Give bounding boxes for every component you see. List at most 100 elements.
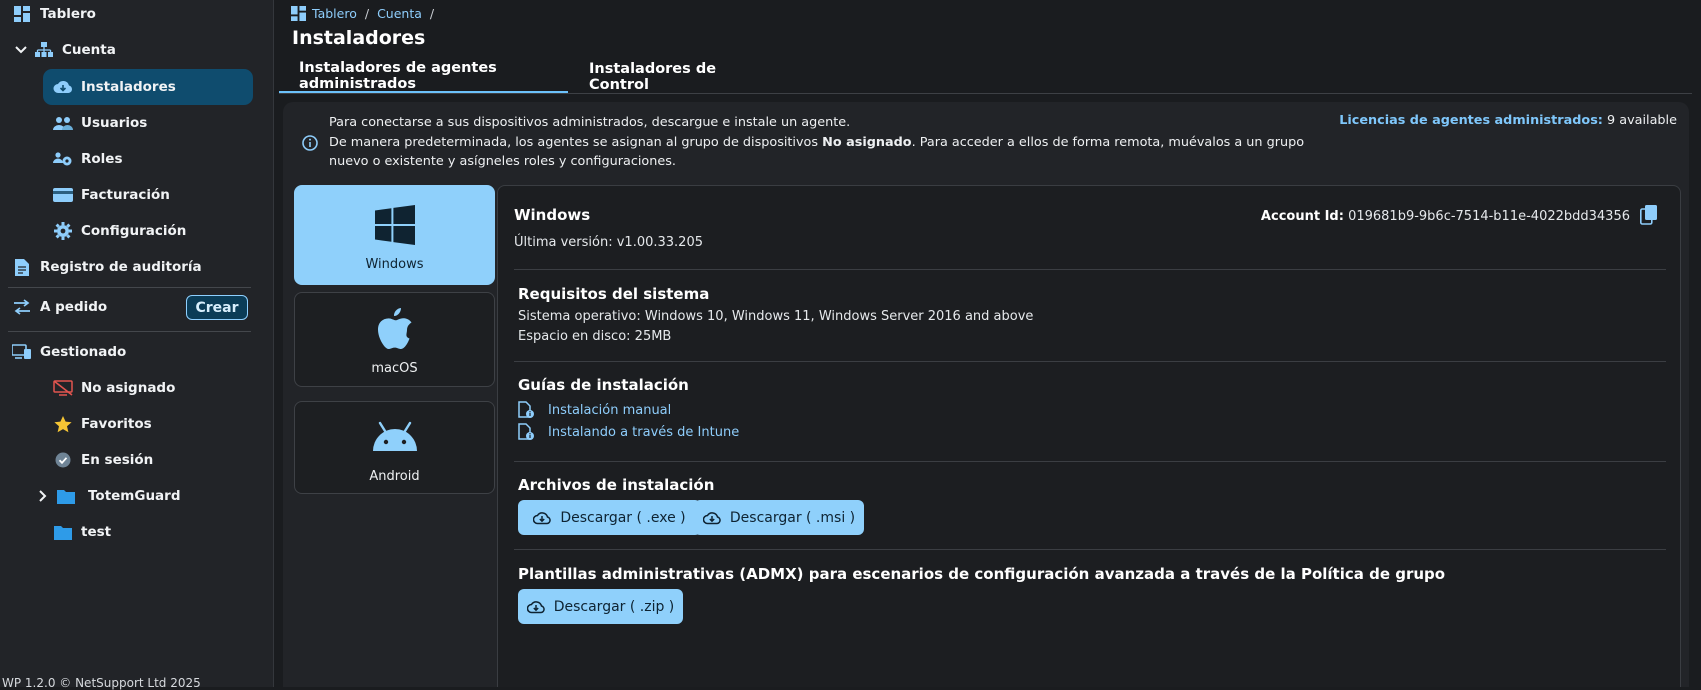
sidebar-item-label: Instaladores	[81, 79, 176, 95]
divider	[8, 287, 251, 288]
page-title: Instaladores	[292, 27, 426, 49]
sidebar-item-tablero[interactable]: Tablero	[12, 0, 96, 32]
sidebar-item-roles[interactable]: Roles	[53, 141, 123, 177]
copy-icon[interactable]	[1640, 205, 1658, 229]
license-value: 9 available	[1607, 113, 1677, 128]
license-info: Licencias de agentes administrados: 9 av…	[1339, 113, 1677, 128]
sidebar-item-label: Tablero	[40, 6, 96, 22]
os-card-label: Android	[369, 469, 420, 484]
sidebar-item-label: test	[81, 524, 112, 540]
swap-arrows-icon	[12, 297, 32, 317]
users-icon	[53, 113, 73, 133]
windows-icon	[374, 199, 415, 251]
license-label: Licencias de agentes administrados:	[1339, 113, 1603, 128]
sidebar-item-label: Usuarios	[81, 115, 148, 131]
crear-button[interactable]: Crear	[186, 295, 248, 320]
latest-version: Última versión: v1.00.33.205	[514, 235, 703, 250]
divider	[514, 461, 1666, 462]
sidebar-item-a-pedido[interactable]: A pedido	[12, 289, 107, 325]
admx-title: Plantillas administrativas (ADMX) para e…	[518, 565, 1446, 583]
devices-icon	[12, 342, 32, 362]
breadcrumb-link-cuenta[interactable]: Cuenta	[377, 6, 422, 21]
guide-link-manual[interactable]: Instalación manual	[518, 401, 671, 419]
info-text-bold: No asignado	[822, 134, 912, 150]
android-icon	[372, 411, 418, 463]
account-id-label: Account Id:	[1260, 209, 1344, 224]
tab-agentes-administrados[interactable]: Instaladores de agentes administrados	[279, 60, 568, 93]
folder-icon	[53, 522, 73, 542]
sidebar-item-totemguard[interactable]: TotemGuard	[36, 478, 181, 514]
breadcrumb-separator: /	[364, 6, 370, 21]
guide-link-label[interactable]: Instalación manual	[548, 403, 671, 418]
sidebar: Tablero Cuenta Instaladores Usuarios Rol…	[0, 0, 274, 690]
user-roles-icon	[53, 149, 73, 169]
sidebar-item-label: Gestionado	[40, 344, 127, 360]
sidebar-item-instaladores[interactable]: Instaladores	[43, 69, 253, 105]
os-title: Windows	[514, 206, 591, 224]
cloud-download-icon	[533, 511, 552, 524]
breadcrumb-link-tablero[interactable]: Tablero	[312, 6, 357, 21]
sidebar-item-label: Registro de auditoría	[40, 259, 202, 275]
sidebar-item-label: Favoritos	[81, 416, 152, 432]
info-icon	[302, 135, 318, 155]
download-zip-label: Descargar ( .zip )	[553, 598, 675, 615]
info-message: Para conectarse a sus dispositivos admin…	[329, 113, 1329, 172]
folder-icon	[56, 486, 76, 506]
os-card-android[interactable]: Android	[294, 401, 495, 494]
sidebar-item-label: En sesión	[81, 452, 154, 468]
chevron-down-icon[interactable]	[14, 46, 28, 54]
divider	[8, 331, 251, 332]
document-icon	[12, 257, 32, 277]
sidebar-item-no-asignado[interactable]: No asignado	[53, 370, 175, 406]
sidebar-item-usuarios[interactable]: Usuarios	[53, 105, 147, 141]
files-title: Archivos de instalación	[518, 476, 715, 494]
os-card-windows[interactable]: Windows	[294, 185, 495, 285]
download-exe-button[interactable]: Descargar ( .exe )	[518, 500, 701, 535]
version-footer: WP 1.2.0 © NetSupport Ltd 2025	[2, 676, 201, 690]
apple-icon	[377, 303, 413, 355]
star-icon	[53, 414, 73, 434]
sidebar-item-label: Configuración	[81, 223, 187, 239]
dashboard-icon	[12, 4, 32, 24]
sidebar-item-gestionado[interactable]: Gestionado	[12, 334, 126, 370]
sidebar-item-configuracion[interactable]: Configuración	[53, 213, 186, 249]
account-id: Account Id: 019681b9-9b6c-7514-b11e-4022…	[1261, 209, 1630, 224]
document-info-icon	[518, 401, 536, 419]
download-msi-label: Descargar ( .msi )	[729, 509, 856, 526]
sidebar-item-label: Facturación	[81, 187, 170, 203]
device-unassigned-icon	[53, 378, 73, 398]
requirements-disk: Espacio en disco: 25MB	[518, 329, 672, 344]
sidebar-item-en-sesion[interactable]: En sesión	[53, 442, 153, 478]
requirements-os: Sistema operativo: Windows 10, Windows 1…	[518, 309, 1034, 324]
tab-control[interactable]: Instaladores de Control	[589, 60, 769, 93]
installer-details: Windows Última versión: v1.00.33.205 Acc…	[497, 185, 1681, 687]
guide-link-label[interactable]: Instalando a través de Intune	[548, 425, 739, 440]
sidebar-item-facturacion[interactable]: Facturación	[53, 177, 170, 213]
guide-link-intune[interactable]: Instalando a través de Intune	[518, 423, 739, 441]
installers-panel: Para conectarse a sus dispositivos admin…	[283, 102, 1689, 687]
divider	[514, 361, 1666, 362]
chevron-right-icon[interactable]	[36, 490, 50, 502]
sidebar-item-label: A pedido	[40, 299, 108, 315]
download-msi-button[interactable]: Descargar ( .msi )	[694, 500, 864, 535]
sidebar-item-test[interactable]: test	[53, 514, 111, 550]
cloud-download-icon	[702, 511, 721, 524]
os-card-macos[interactable]: macOS	[294, 292, 495, 387]
sidebar-item-label: Cuenta	[62, 42, 116, 58]
sidebar-item-favoritos[interactable]: Favoritos	[53, 406, 152, 442]
os-card-label: Windows	[365, 256, 424, 272]
check-circle-icon	[53, 450, 73, 470]
guides-title: Guías de instalación	[518, 376, 689, 394]
cloud-download-icon	[526, 600, 545, 613]
sidebar-item-label: Roles	[81, 151, 123, 167]
main-content: Tablero / Cuenta / Instaladores Instalad…	[275, 0, 1701, 687]
cloud-download-icon	[53, 77, 73, 97]
sidebar-item-registro[interactable]: Registro de auditoría	[12, 249, 202, 285]
sidebar-item-label: TotemGuard	[88, 488, 181, 504]
breadcrumb: Tablero / Cuenta /	[291, 6, 442, 21]
scrollbar[interactable]	[1692, 0, 1701, 687]
sidebar-item-cuenta[interactable]: Cuenta	[14, 32, 116, 68]
account-id-value: 019681b9-9b6c-7514-b11e-4022bdd34356	[1348, 209, 1630, 224]
download-zip-button[interactable]: Descargar ( .zip )	[518, 589, 683, 624]
sidebar-item-label: No asignado	[81, 380, 176, 396]
